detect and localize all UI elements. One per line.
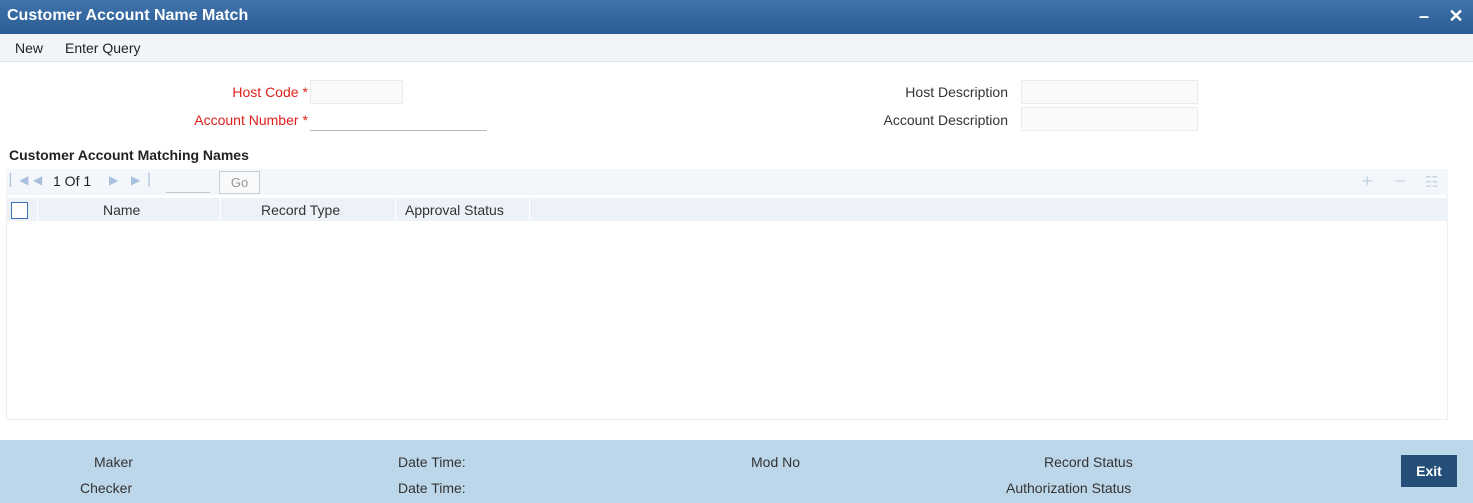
column-divider (37, 198, 38, 221)
account-number-label: Account Number * (150, 112, 308, 128)
column-divider (220, 198, 221, 221)
matching-names-section-title: Customer Account Matching Names (9, 147, 249, 163)
title-bar: Customer Account Name Match – ✕ (0, 0, 1473, 34)
page-number-input[interactable] (166, 172, 210, 193)
page-indicator: 1 Of 1 (53, 173, 92, 189)
required-marker: * (302, 112, 308, 128)
checker-label: Checker (80, 480, 133, 496)
record-status-label: Record Status (1044, 454, 1133, 470)
account-number-field[interactable] (310, 107, 487, 131)
account-number-label-text: Account Number (194, 112, 299, 128)
account-description-field[interactable] (1021, 107, 1198, 131)
authorization-status-label: Authorization Status (1006, 480, 1132, 496)
column-header-name[interactable]: Name (103, 202, 140, 218)
next-page-icon[interactable]: ▶ (109, 173, 118, 187)
column-header-approval-status[interactable]: Approval Status (405, 202, 504, 218)
grid-header-row: Name Record Type Approval Status (6, 198, 1448, 221)
host-description-field[interactable] (1021, 80, 1198, 104)
new-menu-item[interactable]: New (15, 40, 43, 56)
audit-footer: Maker Checker Date Time: Date Time: Mod … (0, 440, 1473, 503)
column-divider (529, 198, 530, 221)
go-button[interactable]: Go (219, 171, 260, 194)
host-code-label: Host Code * (150, 84, 308, 100)
list-view-icon[interactable]: ☷ (1425, 173, 1438, 191)
add-row-icon[interactable]: + (1362, 171, 1373, 192)
enter-query-menu-item[interactable]: Enter Query (65, 40, 140, 56)
account-description-label: Account Description (883, 112, 1008, 128)
host-code-field[interactable] (310, 80, 403, 104)
maker-date-time-label: Date Time: (398, 454, 466, 470)
minimize-icon[interactable]: – (1413, 5, 1435, 27)
mod-no-label: Mod No (751, 454, 801, 470)
exit-button[interactable]: Exit (1401, 455, 1457, 487)
host-code-label-text: Host Code (232, 84, 299, 100)
column-divider (395, 198, 396, 221)
select-all-checkbox[interactable] (11, 202, 28, 219)
checker-date-time-label: Date Time: (398, 480, 466, 496)
last-page-icon[interactable]: ▶▕ (131, 173, 149, 187)
first-page-icon[interactable]: ▏◀ (10, 173, 28, 187)
column-header-record-type[interactable]: Record Type (261, 202, 340, 218)
required-marker: * (302, 84, 308, 100)
maker-label: Maker (94, 454, 133, 470)
grid-pager: ▏◀ ◀ 1 Of 1 ▶ ▶▕ Go + − ☷ (6, 169, 1448, 195)
menu-bar: New Enter Query (0, 34, 1473, 62)
close-icon[interactable]: ✕ (1445, 5, 1467, 27)
previous-page-icon[interactable]: ◀ (33, 173, 42, 187)
window-title: Customer Account Name Match (7, 7, 249, 24)
host-description-label: Host Description (905, 84, 1008, 100)
delete-row-icon[interactable]: − (1395, 171, 1406, 192)
